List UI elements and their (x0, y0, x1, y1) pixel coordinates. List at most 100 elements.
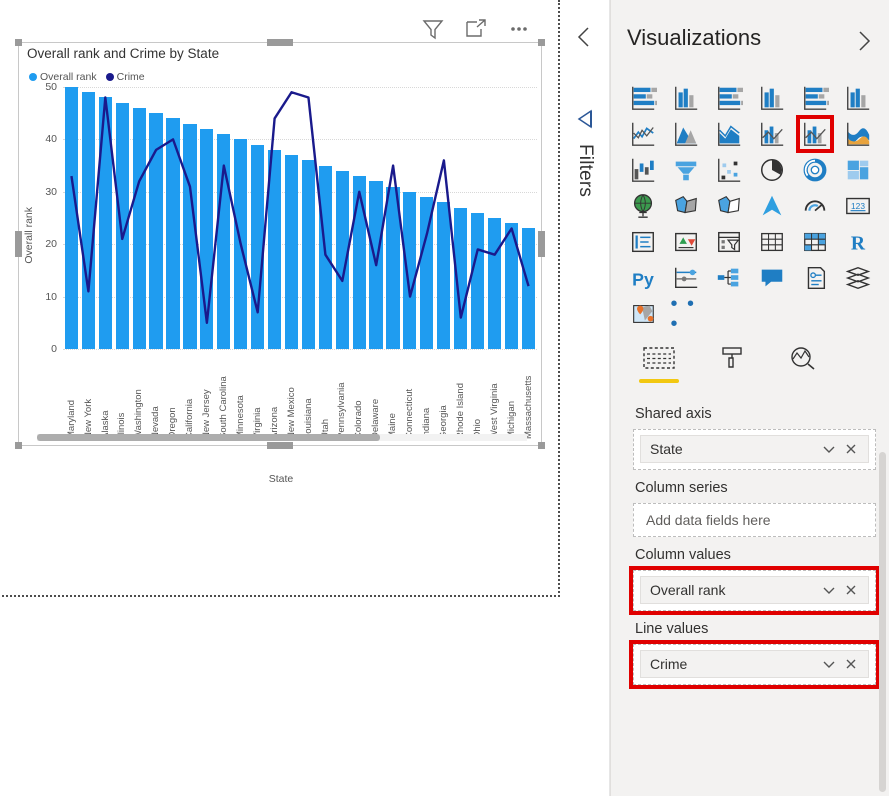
analytics-tab[interactable] (783, 345, 823, 383)
r-script-visual-icon[interactable]: R (843, 227, 873, 257)
x-axis-tick-label[interactable]: New Mexico (283, 351, 300, 439)
x-axis-tick-label[interactable]: Maryland (63, 351, 80, 439)
x-axis-tick-label[interactable]: New Jersey (198, 351, 215, 439)
100-stacked-column-chart-icon[interactable] (843, 83, 873, 113)
x-axis-tick-label[interactable]: Michigan (503, 351, 520, 439)
area-chart-icon[interactable] (671, 119, 701, 149)
x-axis-tick-label[interactable]: West Virginia (486, 351, 503, 439)
x-axis-tick-label[interactable]: Delaware (368, 351, 385, 439)
x-axis-tick-label[interactable]: Minnesota (232, 351, 249, 439)
chevron-left-icon[interactable] (575, 26, 595, 53)
line-and-stacked-column-chart-icon[interactable] (757, 119, 787, 149)
x-axis-tick-label[interactable]: Alaska (97, 351, 114, 439)
resize-handle-bottom-right[interactable] (538, 442, 545, 449)
x-axis-tick-label[interactable]: Connecticut (401, 351, 418, 439)
slicer-icon[interactable] (714, 227, 744, 257)
chart-horizontal-scrollbar[interactable] (37, 434, 527, 441)
x-axis-tick-label[interactable]: Louisiana (300, 351, 317, 439)
shape-map-icon[interactable] (714, 191, 744, 221)
chart-scrollbar-thumb[interactable] (37, 434, 380, 441)
fields-tab[interactable] (639, 345, 679, 383)
focus-mode-icon[interactable] (463, 16, 489, 42)
table-icon[interactable] (757, 227, 787, 257)
kpi-icon[interactable] (671, 227, 701, 257)
x-axis-tick-label[interactable]: Indiana (418, 351, 435, 439)
scatter-chart-icon[interactable] (714, 155, 744, 185)
chevron-down-icon[interactable] (818, 579, 840, 601)
field-well-column-series[interactable]: Add data fields here (633, 503, 876, 537)
key-influencers-icon[interactable] (671, 263, 701, 293)
format-tab[interactable] (711, 345, 751, 383)
decomposition-tree-icon[interactable] (714, 263, 744, 293)
x-axis-tick-label[interactable]: Washington (131, 351, 148, 439)
smart-narrative-icon[interactable] (800, 263, 830, 293)
x-axis-tick-label[interactable]: Ohio (469, 351, 486, 439)
stacked-column-chart-icon[interactable] (671, 83, 701, 113)
x-axis-tick-label[interactable]: Utah (317, 351, 334, 439)
remove-field-icon[interactable] (840, 579, 862, 601)
x-axis-tick-label[interactable]: South Carolina (215, 351, 232, 439)
x-axis-tick-label[interactable]: Virginia (249, 351, 266, 439)
x-axis-tick-label[interactable]: Georgia (435, 351, 452, 439)
x-axis-tick-label[interactable]: Nevada (148, 351, 165, 439)
power-apps-icon[interactable] (628, 299, 658, 329)
resize-handle-top-right[interactable] (538, 39, 545, 46)
100-stacked-bar-chart-icon[interactable] (800, 83, 830, 113)
gauge-icon[interactable] (800, 191, 830, 221)
more-options-icon[interactable] (506, 16, 532, 42)
treemap-icon[interactable] (843, 155, 873, 185)
resize-handle-top-left[interactable] (15, 39, 22, 46)
chevron-right-icon[interactable] (854, 30, 874, 57)
filters-pane-label[interactable]: Filters (574, 144, 596, 197)
clustered-column-chart-icon[interactable] (757, 83, 787, 113)
filters-pane-collapsed[interactable]: Filters (562, 0, 610, 796)
x-axis-tick-label[interactable]: Oregon (165, 351, 182, 439)
x-axis-tick-label[interactable]: Illinois (114, 351, 131, 439)
x-axis-tick-label[interactable]: Massachusetts (520, 351, 537, 439)
resize-handle-top[interactable] (267, 39, 293, 46)
filled-map-icon[interactable] (671, 191, 701, 221)
card-icon[interactable]: 123 (843, 191, 873, 221)
x-axis-tick-label[interactable]: Colorado (351, 351, 368, 439)
filter-icon[interactable] (420, 16, 446, 42)
q-and-a-icon[interactable] (757, 263, 787, 293)
python-visual-icon[interactable]: Py (628, 263, 658, 293)
line-and-clustered-column-chart-icon[interactable] (795, 115, 834, 153)
filter-expand-icon[interactable] (574, 108, 596, 135)
clustered-bar-chart-icon[interactable] (714, 83, 744, 113)
stacked-area-chart-icon[interactable] (714, 119, 744, 149)
remove-field-icon[interactable] (840, 438, 862, 460)
stacked-bar-chart-icon[interactable] (628, 83, 658, 113)
legend-item[interactable]: Crime (105, 71, 145, 83)
arcgis-map-icon[interactable] (757, 191, 787, 221)
line-and-clustered-column-visual[interactable]: Overall rank and Crime by State Overall … (15, 39, 545, 485)
resize-handle-bottom[interactable] (267, 442, 293, 449)
field-chip[interactable]: Overall rank (640, 576, 869, 604)
resize-handle-bottom-left[interactable] (15, 442, 22, 449)
x-axis-tick-label[interactable]: Maine (385, 351, 402, 439)
matrix-icon[interactable] (800, 227, 830, 257)
pane-vertical-scrollbar[interactable] (879, 452, 886, 792)
x-axis-tick-label[interactable]: California (181, 351, 198, 439)
field-well-shared-axis[interactable]: State (633, 429, 876, 470)
pie-chart-icon[interactable] (757, 155, 787, 185)
chevron-down-icon[interactable] (818, 653, 840, 675)
field-well-column-values[interactable]: Overall rank (629, 566, 880, 615)
x-axis-tick-label[interactable]: Pennsylvania (334, 351, 351, 439)
waterfall-chart-icon[interactable] (628, 155, 658, 185)
funnel-chart-icon[interactable] (671, 155, 701, 185)
field-well-line-values[interactable]: Crime (629, 640, 880, 689)
x-axis-tick-label[interactable]: Rhode Island (452, 351, 469, 439)
field-chip[interactable]: State (640, 435, 869, 463)
line-chart-icon[interactable] (628, 119, 658, 149)
x-axis-tick-label[interactable]: Arizona (266, 351, 283, 439)
map-icon[interactable] (628, 191, 658, 221)
donut-chart-icon[interactable] (800, 155, 830, 185)
field-chip[interactable]: Crime (640, 650, 869, 678)
chevron-down-icon[interactable] (818, 438, 840, 460)
more-visuals-icon[interactable]: • • • (671, 294, 701, 334)
legend-item[interactable]: Overall rank (29, 71, 97, 83)
remove-field-icon[interactable] (840, 653, 862, 675)
x-axis-tick-label[interactable]: New York (80, 351, 97, 439)
paginated-report-icon[interactable] (843, 263, 873, 293)
